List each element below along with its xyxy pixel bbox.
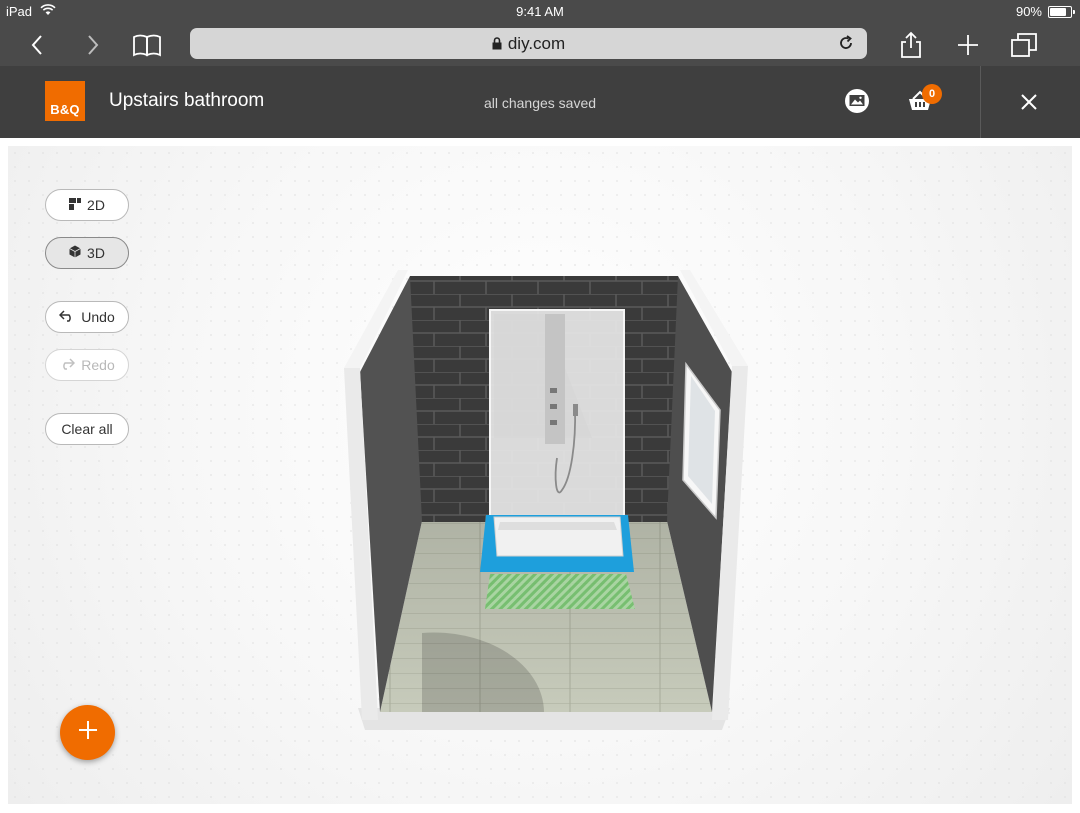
clear-all-button[interactable]: Clear all [45,413,129,445]
undo-label: Undo [81,309,115,325]
floorplan-icon [69,197,82,213]
back-icon[interactable] [22,31,52,59]
header-divider [980,66,981,138]
undo-button[interactable]: Undo [45,301,129,333]
tabs-icon[interactable] [1009,31,1039,59]
reload-icon[interactable] [837,34,855,52]
forward-icon[interactable] [78,31,108,59]
project-title[interactable]: Upstairs bathroom [109,90,264,112]
clock: 9:41 AM [516,4,564,19]
redo-button[interactable]: Redo [45,349,129,381]
close-icon[interactable] [1019,92,1039,112]
view-2d-label: 2D [87,197,105,213]
gallery-icon[interactable] [843,87,871,115]
share-icon[interactable] [896,31,926,59]
battery-icon [1048,5,1075,18]
plus-icon [78,720,98,745]
add-item-button[interactable] [60,705,115,760]
cart-count-badge: 0 [922,84,942,104]
app-header: B&Q Upstairs bathroom all changes saved [0,66,1080,138]
clearance-zone [485,574,635,609]
status-bar: iPad 9:41 AM 90% [0,0,1080,24]
browser-toolbar: diy.com [0,24,1080,66]
lock-icon [492,37,502,50]
redo-label: Redo [81,357,115,373]
new-tab-icon[interactable] [953,31,983,59]
status-right: 90% [1015,4,1075,19]
battery-percent: 90% [1015,4,1042,19]
undo-icon [59,309,75,325]
save-status: all changes saved [483,95,597,111]
url-text: diy.com [507,33,566,53]
clear-all-label: Clear all [61,421,113,437]
address-bar[interactable]: diy.com [190,28,867,59]
view-3d-label: 3D [87,245,105,261]
bq-logo[interactable]: B&Q [45,81,85,121]
redo-icon [59,357,76,373]
room-3d-view[interactable] [330,268,750,733]
bookmarks-icon[interactable] [132,31,162,59]
view-3d-button[interactable]: 3D [45,237,129,269]
cube-icon [69,245,81,261]
view-2d-button[interactable]: 2D [45,189,129,221]
